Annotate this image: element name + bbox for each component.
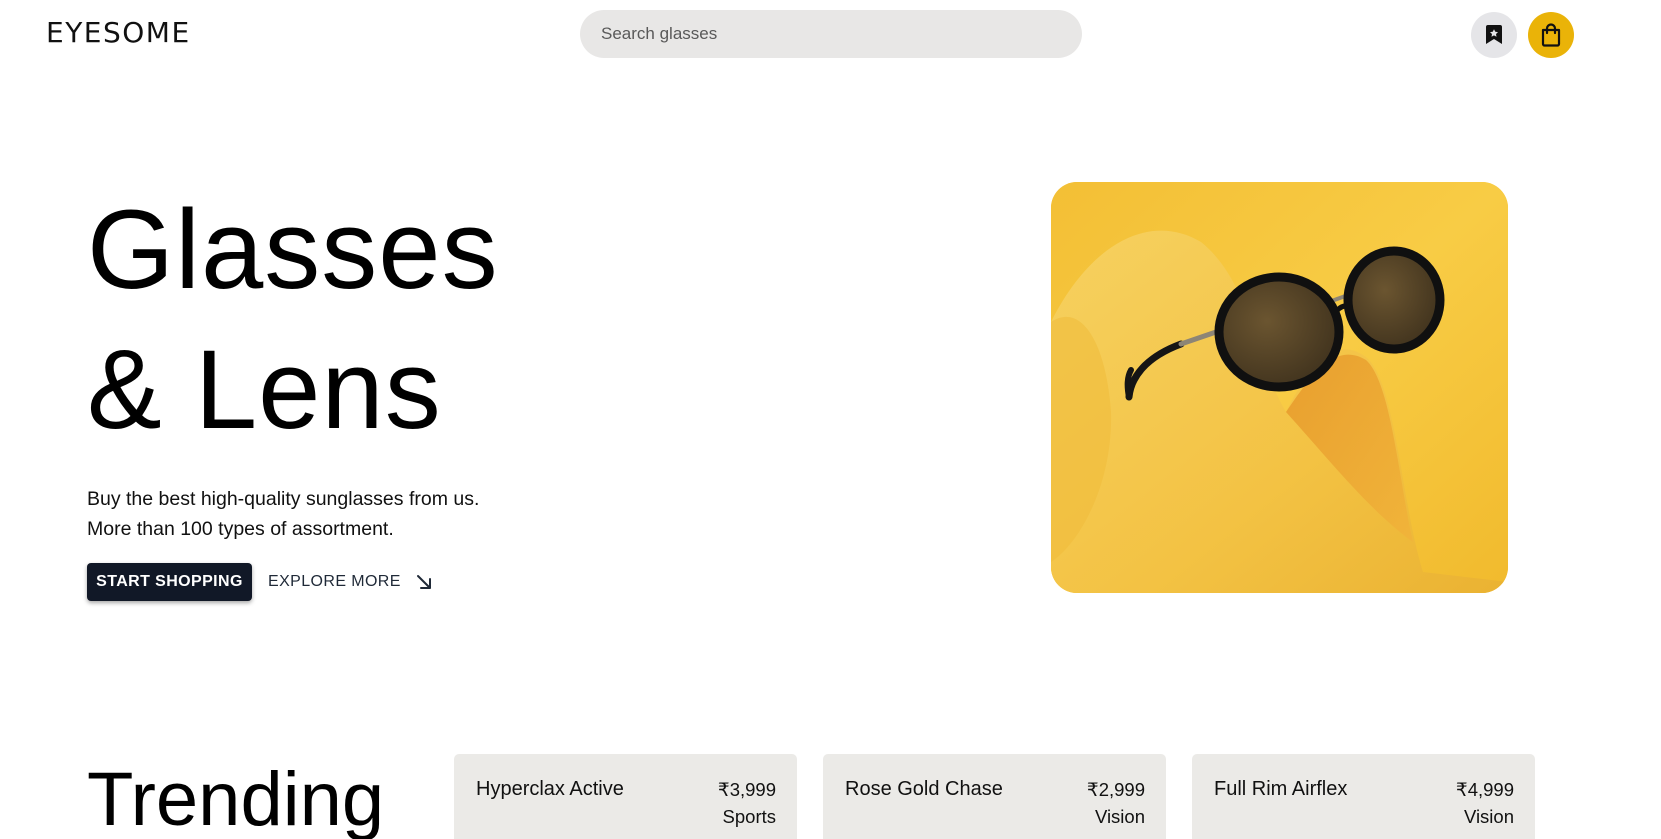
start-shopping-button[interactable]: START SHOPPING (87, 563, 252, 601)
product-name: Hyperclax Active (476, 778, 624, 800)
product-card[interactable]: Hyperclax Active ₹3,999 Sports (454, 754, 797, 839)
arrow-down-right-icon (416, 575, 431, 589)
product-category: Vision (1094, 806, 1145, 827)
product-card[interactable]: Full Rim Airflex ₹4,999 Vision (1192, 754, 1535, 839)
hero-description-line-1: Buy the best high-quality sunglasses fro… (87, 488, 480, 510)
hero-title-line-1: Glasses (87, 187, 499, 312)
trending-heading: Trending (87, 757, 385, 839)
site-header: EYESOME (0, 0, 1661, 70)
product-card[interactable]: Rose Gold Chase ₹2,999 Vision (823, 754, 1166, 839)
product-name: Full Rim Airflex (1214, 778, 1348, 800)
sunglasses-on-yellow-paper-image (1051, 182, 1508, 593)
bookmark-icon (1486, 25, 1502, 44)
hero-description-line-2: More than 100 types of assortment. (87, 518, 394, 540)
brand-logo[interactable]: EYESOME (46, 16, 191, 49)
explore-more-label: EXPLORE MORE (268, 573, 401, 590)
hero-title-line-2: & Lens (87, 327, 442, 452)
product-name: Rose Gold Chase (845, 778, 1003, 800)
product-price: ₹2,999 (1086, 779, 1145, 800)
product-price: ₹4,999 (1455, 779, 1514, 800)
hero-title: Glasses & Lens (87, 180, 499, 460)
shopping-bag-icon (1541, 23, 1561, 47)
hero-image (1051, 182, 1508, 593)
hero-description: Buy the best high-quality sunglasses fro… (87, 484, 479, 544)
bookmark-button[interactable] (1471, 12, 1517, 58)
product-category: Vision (1463, 806, 1514, 827)
cart-button[interactable] (1528, 12, 1574, 58)
search-input[interactable] (601, 24, 1082, 44)
explore-more-link[interactable]: EXPLORE MORE (268, 563, 433, 601)
product-price: ₹3,999 (717, 779, 776, 800)
product-category: Sports (722, 806, 776, 827)
search-bar[interactable] (580, 10, 1082, 58)
